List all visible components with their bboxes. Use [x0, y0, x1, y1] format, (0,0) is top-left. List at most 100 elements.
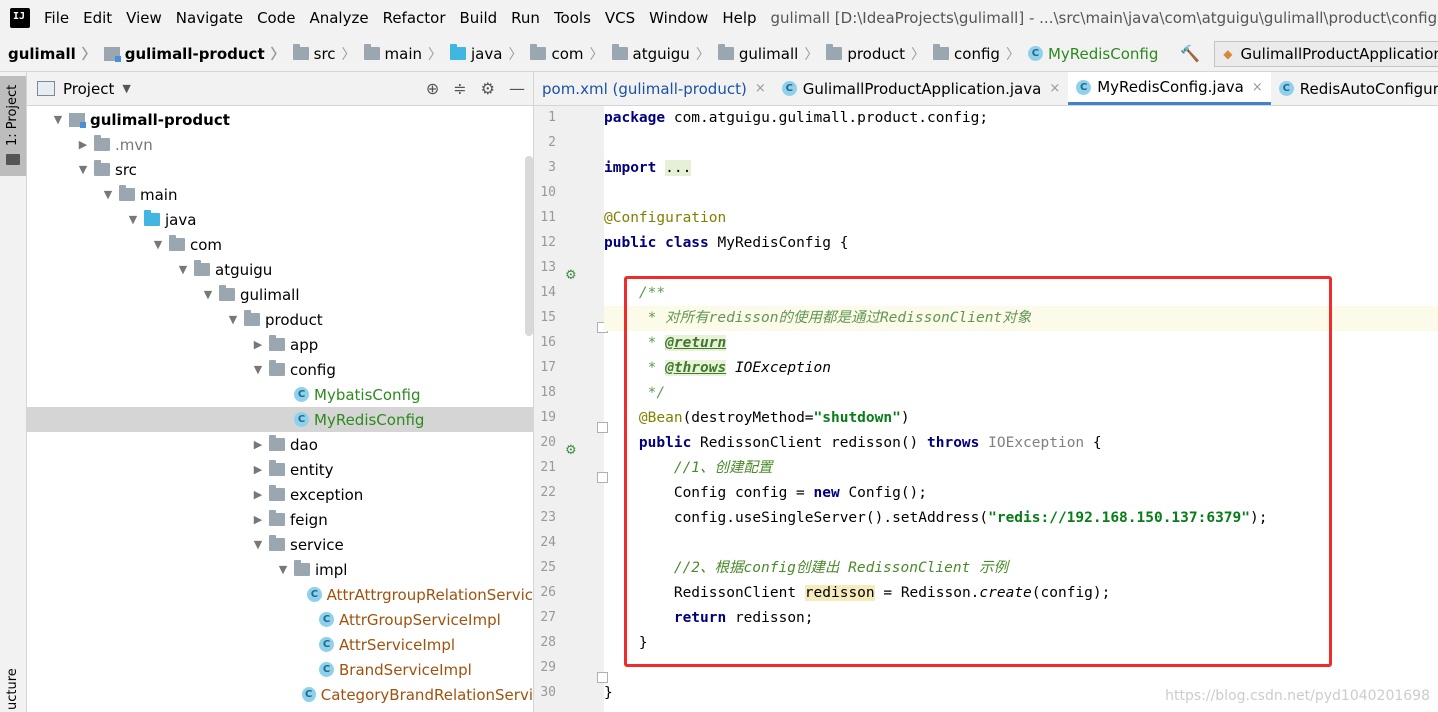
chevron-down-icon[interactable]: ▼ [249, 363, 267, 376]
tree-node-label: atguigu [215, 260, 273, 279]
breadcrumb-main[interactable]: main 〉 [363, 44, 442, 64]
breadcrumb-gulimall[interactable]: gulimall 〉 [8, 44, 96, 64]
folded-imports[interactable]: ... [665, 160, 692, 176]
menu-vcs[interactable]: VCS [605, 9, 635, 27]
breadcrumb-myredisconfig[interactable]: C MyRedisConfig [1027, 45, 1158, 63]
menu-build[interactable]: Build [460, 9, 498, 27]
package-icon [269, 460, 285, 476]
tree-node[interactable]: ▼ java [27, 207, 533, 232]
menu-navigate[interactable]: Navigate [176, 9, 243, 27]
collapse-all-icon[interactable]: ≑ [453, 79, 466, 98]
tree-node[interactable]: ▼ atguigu [27, 257, 533, 282]
editor-gutter[interactable]: ⚙ ⚙ 1 2 3 10 11 12 13 14 15 16 17 18 19 20 21 22 23 24 25 2… [534, 106, 608, 712]
breadcrumb-java[interactable]: java 〉 [450, 44, 522, 64]
chevron-down-icon[interactable]: ▼ [49, 113, 67, 126]
breadcrumb-config[interactable]: config 〉 [933, 44, 1020, 64]
tree-node[interactable]: C CategoryBrandRelationServi [27, 682, 533, 707]
tree-node[interactable]: C MyRedisConfig [27, 407, 533, 432]
menu-window[interactable]: Window [649, 9, 708, 27]
menu-tools[interactable]: Tools [554, 9, 591, 27]
breadcrumb: gulimall 〉 gulimall-product 〉 src 〉 main 〉 j… [0, 36, 1438, 72]
tree-node[interactable]: ▶ app [27, 332, 533, 357]
tree-node[interactable]: ▶ exception [27, 482, 533, 507]
chevron-down-icon[interactable]: ▼ [74, 163, 92, 176]
tree-node-label: dao [290, 435, 318, 454]
tree-node[interactable]: ▼ product [27, 307, 533, 332]
tree-node[interactable]: ▼ src [27, 157, 533, 182]
locate-crosshair-icon[interactable]: ⊕ [426, 79, 439, 98]
chevron-down-icon[interactable]: ▼ [149, 238, 167, 251]
package-icon [269, 535, 285, 551]
menu-code[interactable]: Code [257, 9, 295, 27]
chevron-right-icon[interactable]: ▶ [249, 463, 267, 476]
tree-node[interactable]: ▼ main [27, 182, 533, 207]
breadcrumb-atguigu[interactable]: atguigu 〉 [611, 44, 710, 64]
tree-node[interactable]: ▶ .mvn [27, 132, 533, 157]
tree-node[interactable]: ▼ com [27, 232, 533, 257]
breadcrumb-product[interactable]: product 〉 [826, 44, 925, 64]
chevron-right-icon[interactable]: ▶ [249, 513, 267, 526]
gear-icon[interactable]: ⚙ [481, 79, 495, 98]
chevron-right-icon[interactable]: ▶ [249, 488, 267, 501]
run-configuration-selector[interactable]: ◆GulimallProductApplicationTests.redisso… [1214, 40, 1438, 67]
tree-node[interactable]: C BrandServiceImpl [27, 657, 533, 682]
chevron-down-icon[interactable]: ▼ [174, 263, 192, 276]
source-folder-icon [144, 210, 160, 226]
tree-node[interactable]: C AttrAttrgroupRelationServic [27, 582, 533, 607]
tree-node[interactable]: ▶ feign [27, 507, 533, 532]
close-icon[interactable]: × [1252, 80, 1263, 95]
project-tool-tab[interactable]: 1: Project [0, 76, 26, 176]
spring-bean-icon[interactable]: ⚙ [565, 443, 577, 458]
spring-bean-icon[interactable]: ⚙ [565, 268, 577, 283]
chevron-right-icon[interactable]: ▶ [249, 438, 267, 451]
breadcrumb-gulimall-product[interactable]: gulimall-product 〉 [103, 44, 285, 64]
project-scrollbar[interactable] [525, 156, 533, 336]
menu-file[interactable]: File [44, 9, 69, 27]
menu-refactor[interactable]: Refactor [383, 9, 446, 27]
minimize-icon[interactable]: — [509, 79, 525, 98]
chevron-down-icon[interactable]: ▼ [274, 563, 292, 576]
tree-node[interactable]: ▼ gulimall-product [27, 107, 533, 132]
tree-node[interactable]: ▼ impl [27, 557, 533, 582]
tab-pom-xml[interactable]: pom.xml (gulimall-product) × [534, 72, 774, 105]
line-number: 17 [540, 360, 556, 375]
close-icon[interactable]: × [755, 81, 766, 96]
chevron-right-icon[interactable]: ▶ [74, 138, 92, 151]
project-view-selector[interactable]: Project ▼ [37, 80, 131, 98]
chevron-right-icon: 〉 [589, 46, 604, 63]
tree-node[interactable]: C AttrGroupServiceImpl [27, 607, 533, 632]
chevron-down-icon[interactable]: ▼ [249, 538, 267, 551]
tree-node[interactable]: ▶ entity [27, 457, 533, 482]
menu-analyze[interactable]: Analyze [309, 9, 368, 27]
breadcrumb-src[interactable]: src 〉 [292, 44, 356, 64]
menu-help[interactable]: Help [722, 9, 756, 27]
breadcrumb-com[interactable]: com 〉 [530, 44, 604, 64]
chevron-down-icon[interactable]: ▼ [199, 288, 217, 301]
tree-node[interactable]: ▼ config [27, 357, 533, 382]
menu-run[interactable]: Run [511, 9, 540, 27]
package-icon [933, 44, 950, 60]
chevron-down-icon[interactable]: ▼ [224, 313, 242, 326]
breadcrumb-gulimall-pkg[interactable]: gulimall 〉 [717, 44, 818, 64]
package-icon [826, 44, 843, 60]
tree-node[interactable]: ▶ dao [27, 432, 533, 457]
chevron-right-icon: 〉 [508, 46, 523, 63]
package-icon [269, 335, 285, 351]
menu-view[interactable]: View [126, 9, 162, 27]
tree-node[interactable]: ▼ service [27, 532, 533, 557]
tree-node[interactable]: ▼ gulimall [27, 282, 533, 307]
chevron-right-icon[interactable]: ▶ [249, 338, 267, 351]
structure-tab-label[interactable]: ucture [5, 668, 20, 710]
menu-edit[interactable]: Edit [83, 9, 112, 27]
chevron-down-icon[interactable]: ▼ [124, 213, 142, 226]
tab-myredisconfig[interactable]: C MyRedisConfig.java × [1068, 72, 1271, 105]
tab-redisautoconfiguration[interactable]: CRedisAutoConfigurat [1271, 72, 1438, 105]
tree-node[interactable]: C MybatisConfig [27, 382, 533, 407]
chevron-down-icon[interactable]: ▼ [99, 188, 117, 201]
close-icon[interactable]: × [1049, 81, 1060, 96]
line-number: 12 [540, 235, 556, 250]
tree-node[interactable]: C AttrServiceImpl [27, 632, 533, 657]
tree-node-label: impl [315, 560, 348, 579]
build-hammer-icon[interactable]: 🔨 [1180, 44, 1200, 63]
tab-gulimall-product-application[interactable]: C GulimallProductApplication.java × [774, 72, 1068, 105]
